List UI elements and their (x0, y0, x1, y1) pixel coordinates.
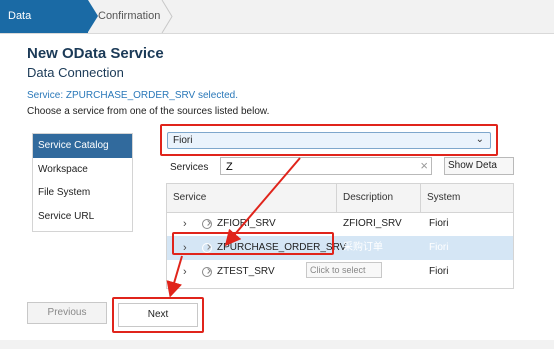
column-header-description[interactable]: Description (337, 184, 421, 212)
sidebar-item-service-url[interactable]: Service URL (33, 205, 132, 229)
column-header-system[interactable]: System (421, 184, 513, 212)
sidebar-item-workspace[interactable]: Workspace (33, 158, 132, 182)
service-description: 采购订单 (343, 242, 383, 253)
next-button[interactable]: Next (118, 303, 198, 327)
source-type-list: Service Catalog Workspace File System Se… (32, 133, 133, 232)
service-system: Fiori (429, 266, 449, 277)
table-header: Service Description System (167, 184, 513, 213)
selected-row-highlight (172, 232, 334, 255)
column-header-service[interactable]: Service (167, 184, 337, 212)
service-name: ZTEST_SRV (217, 266, 275, 277)
wizard-steps: Data Connection Confirmation (0, 0, 554, 55)
services-search-input[interactable] (224, 159, 418, 175)
show-details-button[interactable]: Show Deta (444, 157, 514, 175)
service-icon (202, 267, 212, 277)
service-description: ZFIORI_SRV (343, 218, 402, 229)
status-message: Service: ZPURCHASE_ORDER_SRV selected. (27, 90, 238, 101)
next-button-highlight: Next (112, 297, 204, 333)
step-separator-icon (161, 0, 173, 33)
sidebar-item-file-system[interactable]: File System (33, 181, 132, 205)
previous-button[interactable]: Previous (27, 302, 107, 324)
services-label: Services (170, 162, 209, 173)
step-data-connection[interactable]: Data Connection (0, 0, 98, 55)
page-subtitle: Data Connection (27, 65, 124, 80)
chevron-right-icon[interactable]: › (183, 260, 187, 284)
instruction-text: Choose a service from one of the sources… (27, 106, 270, 117)
source-dropdown-highlight: Fiori ⌄ (160, 124, 498, 156)
service-icon (202, 219, 212, 229)
service-system: Fiori (429, 242, 449, 253)
sidebar-item-service-catalog[interactable]: Service Catalog (33, 134, 132, 158)
page-title: New OData Service (27, 45, 164, 62)
source-system-select[interactable]: Fiori ⌄ (167, 132, 491, 149)
clear-icon[interactable]: × (420, 158, 428, 174)
service-system: Fiori (429, 218, 449, 229)
step-confirmation[interactable]: Confirmation (98, 0, 168, 33)
services-search-field[interactable]: × (220, 157, 432, 175)
bottom-bar (0, 340, 554, 349)
chevron-down-icon: ⌄ (475, 134, 484, 145)
row-tooltip: Click to select (306, 262, 382, 278)
source-system-value: Fiori (173, 135, 193, 146)
